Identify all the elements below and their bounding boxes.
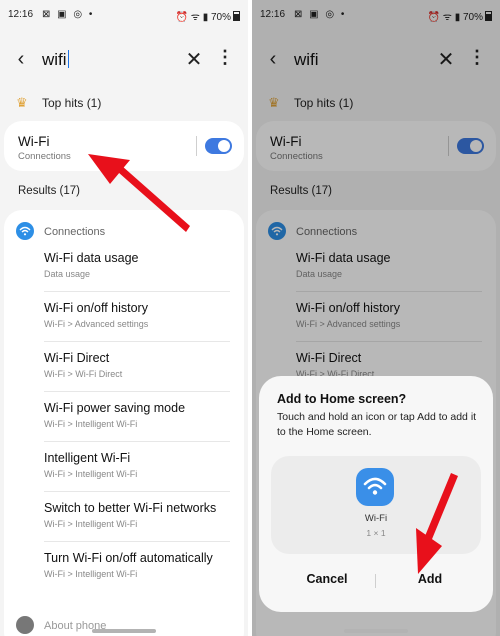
gesture-bar: [92, 629, 156, 633]
battery-percent: 70%: [210, 12, 231, 23]
section-header: Connections: [16, 222, 105, 240]
results-label: Results (17): [18, 185, 80, 197]
gesture-bar: [344, 629, 408, 633]
wifi-icon: [16, 222, 34, 240]
search-query: wifi: [42, 50, 67, 69]
list-item[interactable]: Wi-Fi on/off history Wi-Fi > Advanced set…: [44, 292, 230, 342]
item-title: Wi-Fi Direct: [44, 351, 110, 365]
add-button[interactable]: Add: [390, 572, 470, 586]
tile-label: Wi-Fi: [364, 513, 388, 524]
list-item[interactable]: Switch to better Wi-Fi networks Wi-Fi > I…: [44, 492, 230, 542]
more-vert-icon[interactable]: ⋮: [216, 47, 234, 68]
item-subtitle: Wi-Fi > Intelligent Wi-Fi: [44, 469, 138, 479]
item-title: Switch to better Wi-Fi networks: [44, 501, 217, 515]
item-title: Wi-Fi data usage: [44, 251, 139, 265]
item-title: Turn Wi-Fi on/off automatically: [44, 551, 213, 565]
text-cursor: [67, 50, 70, 68]
add-to-home-dialog: Add to Home screen? Touch and hold an ic…: [259, 376, 493, 612]
wifi-top-hit[interactable]: Wi-Fi Connections: [4, 121, 244, 171]
dialog-title: Add to Home screen?: [277, 392, 407, 406]
wifi-toggle[interactable]: [205, 138, 232, 154]
close-icon[interactable]: ✕: [183, 47, 205, 72]
about-icon: [16, 616, 34, 634]
button-divider: [375, 574, 376, 588]
item-subtitle: Wi-Fi > Intelligent Wi-Fi: [44, 569, 138, 579]
item-title: Wi-Fi power saving mode: [44, 401, 186, 415]
cancel-button[interactable]: Cancel: [287, 572, 367, 586]
wifi-icon: [356, 468, 394, 506]
top-hits-label: Top hits (1): [42, 96, 102, 110]
status-icons-right: ⏰ ᯤ ▮ 70%: [176, 9, 240, 23]
crown-icon: ♛: [16, 95, 28, 110]
item-subtitle: Wi-Fi > Intelligent Wi-Fi: [44, 419, 138, 429]
right-screen: 12:16 ⊠ ▣ ◎ • ⏰ ᯤ ▮ 70% ‹ wifi ✕ ⋮ ♛ Top …: [252, 0, 500, 636]
results-list: Connections Wi-Fi data usage Data usage W…: [4, 210, 244, 636]
item-subtitle: Wi-Fi > Advanced settings: [44, 319, 149, 329]
status-bar: 12:16 ⊠ ▣ ◎ • ⏰ ᯤ ▮ 70%: [8, 9, 240, 23]
list-item[interactable]: Intelligent Wi-Fi Wi-Fi > Intelligent Wi-…: [44, 442, 230, 492]
tile-size: 1 × 1: [366, 528, 386, 538]
widget-preview[interactable]: Wi-Fi 1 × 1: [271, 456, 481, 554]
list-item[interactable]: Wi-Fi data usage Data usage: [44, 242, 230, 292]
toggle-knob: [218, 140, 230, 152]
search-input[interactable]: wifi: [42, 50, 70, 70]
status-time: 12:16: [8, 9, 34, 20]
left-screen: 12:16 ⊠ ▣ ◎ • ⏰ ᯤ ▮ 70% ‹ wifi ✕ ⋮ ♛ Top …: [0, 0, 248, 636]
item-subtitle: Wi-Fi > Wi-Fi Direct: [44, 369, 123, 379]
top-hits-header: ♛ Top hits (1): [16, 95, 101, 111]
list-item[interactable]: Turn Wi-Fi on/off automatically Wi-Fi > I…: [44, 542, 230, 592]
item-title: Wi-Fi on/off history: [44, 301, 148, 315]
notification-icons: ⊠ ▣ ◎ •: [42, 9, 95, 20]
divider: [196, 136, 197, 156]
wifi-title: Wi-Fi: [18, 134, 50, 149]
item-title: Intelligent Wi-Fi: [44, 451, 131, 465]
back-arrow-icon[interactable]: ‹: [10, 48, 32, 70]
dialog-message: Touch and hold an icon or tap Add to add…: [277, 411, 477, 438]
wifi-subtitle: Connections: [18, 151, 71, 162]
search-bar: ‹ wifi ✕ ⋮: [0, 44, 248, 76]
battery-icon: [233, 11, 240, 21]
section-label: Connections: [44, 226, 106, 238]
list-item[interactable]: Wi-Fi Direct Wi-Fi > Wi-Fi Direct: [44, 342, 230, 392]
item-subtitle: Wi-Fi > Intelligent Wi-Fi: [44, 519, 138, 529]
list-item[interactable]: Wi-Fi power saving mode Wi-Fi > Intellige…: [44, 392, 230, 442]
item-subtitle: Data usage: [44, 269, 91, 279]
